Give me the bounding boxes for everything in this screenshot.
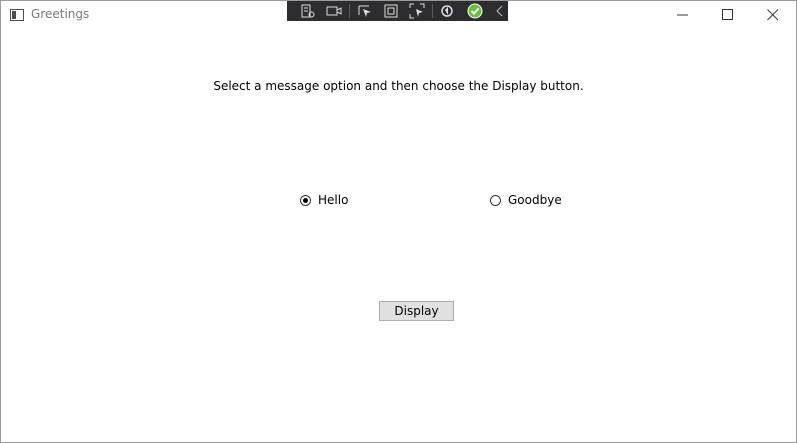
track-focus-icon[interactable] [409, 3, 425, 19]
hello-radio-label[interactable]: Hello [318, 193, 348, 207]
instruction-text: Select a message option and then choose … [213, 79, 584, 93]
record-icon[interactable] [326, 3, 342, 19]
window-title: Greetings [31, 7, 90, 21]
greetings-window: Greetings Select a message option and th… [0, 0, 797, 443]
radio-indicator-checked[interactable] [300, 194, 311, 206]
goodbye-radio-label[interactable]: Goodbye [508, 193, 562, 207]
close-icon [767, 9, 779, 21]
collapse-chevron-icon[interactable] [492, 3, 508, 19]
display-layout-adorners-icon[interactable] [383, 3, 399, 19]
goodbye-radio-button[interactable]: Goodbye [490, 192, 562, 208]
maximize-button[interactable] [705, 1, 751, 30]
xaml-dev-toolbar [287, 1, 508, 21]
minimize-button[interactable] [660, 1, 706, 30]
hello-radio-button[interactable]: Hello [300, 192, 348, 208]
live-visual-tree-icon[interactable] [300, 3, 316, 19]
select-element-icon[interactable] [357, 3, 373, 19]
app-window-icon [10, 9, 24, 21]
maximize-icon [722, 9, 733, 20]
radio-indicator-unchecked[interactable] [490, 194, 501, 206]
display-button[interactable]: Display [379, 301, 454, 321]
check-icon[interactable] [467, 3, 483, 19]
close-button[interactable] [750, 1, 796, 30]
minimize-icon [677, 14, 688, 16]
hot-reload-icon[interactable] [439, 3, 455, 19]
